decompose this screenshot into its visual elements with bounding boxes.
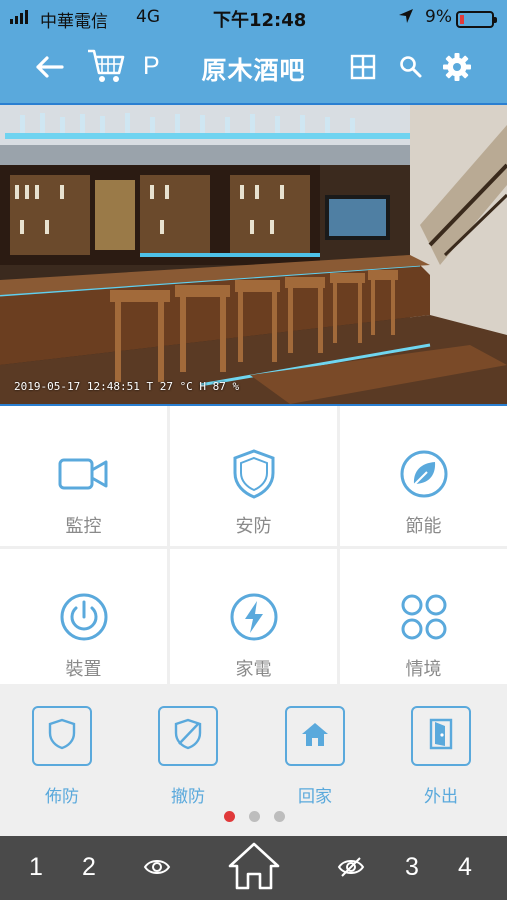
camera-feed[interactable]: 2019-05-17 12:48:51 T 27 °C H 87 %	[0, 103, 507, 406]
leaf-icon	[398, 448, 450, 500]
shield-off-icon	[173, 718, 203, 754]
clock: 下午12:48	[213, 10, 307, 31]
shortcut-4-button[interactable]: 4	[458, 853, 472, 882]
page-dot[interactable]	[274, 811, 285, 822]
feature-appliances[interactable]: 家電	[170, 549, 337, 684]
status-bar: 中華電信 4G 下午12:48 9%	[0, 0, 507, 36]
home-icon[interactable]	[226, 840, 282, 892]
home-mode-button[interactable]	[285, 706, 345, 766]
exit-door-icon	[427, 718, 455, 754]
camera-image	[0, 105, 507, 404]
back-arrow-icon[interactable]	[32, 50, 66, 84]
feature-monitor[interactable]: 監控	[0, 406, 167, 546]
power-icon	[58, 591, 110, 643]
arm-button[interactable]	[32, 706, 92, 766]
eye-off-icon[interactable]	[337, 856, 365, 878]
feature-security[interactable]: 安防	[170, 406, 337, 546]
arm-label: 佈防	[45, 787, 79, 807]
grid-icon[interactable]	[346, 50, 380, 84]
page-dot[interactable]	[249, 811, 260, 822]
nav-bar: P 原木酒吧	[0, 36, 507, 103]
lightning-icon	[228, 591, 280, 643]
feature-grid: 監控 安防 節能 裝置 家電 情境	[0, 406, 507, 684]
away-mode-label: 外出	[424, 787, 458, 807]
feature-label: 節能	[405, 516, 442, 537]
shortcut-1-button[interactable]: 1	[29, 853, 43, 882]
shortcut-2-button[interactable]: 2	[82, 853, 96, 882]
feature-label: 家電	[235, 659, 272, 680]
feature-energy[interactable]: 節能	[340, 406, 507, 546]
video-camera-icon	[58, 448, 110, 500]
shield-icon	[228, 448, 280, 500]
disarm-label: 撤防	[171, 787, 205, 807]
signal-icon	[10, 10, 28, 24]
eye-icon[interactable]	[143, 856, 171, 878]
four-circles-icon	[398, 591, 450, 643]
page-indicator	[224, 811, 285, 822]
feature-label: 裝置	[65, 659, 102, 680]
quick-actions: 佈防 撤防 回家 外出	[0, 684, 507, 836]
carrier-name: 中華電信	[40, 12, 108, 32]
cart-icon[interactable]	[86, 46, 126, 86]
page-title: 原木酒吧	[201, 56, 306, 85]
battery-percent: 9%	[425, 7, 452, 27]
page-dot-active[interactable]	[224, 811, 235, 822]
feature-devices[interactable]: 裝置	[0, 549, 167, 684]
top-bar: 中華電信 4G 下午12:48 9% P 原木酒吧	[0, 0, 507, 103]
disarm-button[interactable]	[158, 706, 218, 766]
network-type: 4G	[136, 7, 160, 27]
shield-icon	[48, 718, 76, 754]
battery-icon	[456, 11, 497, 28]
home-icon	[300, 720, 330, 752]
shortcut-3-button[interactable]: 3	[405, 853, 419, 882]
home-mode-label: 回家	[298, 787, 332, 807]
gear-icon[interactable]	[440, 50, 474, 84]
feature-label: 安防	[235, 516, 272, 537]
location-arrow-icon	[398, 8, 414, 29]
feature-scenes[interactable]: 情境	[340, 549, 507, 684]
bottom-bar: 1 2 3 4	[0, 836, 507, 900]
search-icon[interactable]	[394, 50, 428, 84]
feature-label: 監控	[65, 516, 102, 537]
away-mode-button[interactable]	[411, 706, 471, 766]
feature-label: 情境	[405, 659, 442, 680]
camera-timestamp: 2019-05-17 12:48:51 T 27 °C H 87 %	[14, 380, 240, 393]
